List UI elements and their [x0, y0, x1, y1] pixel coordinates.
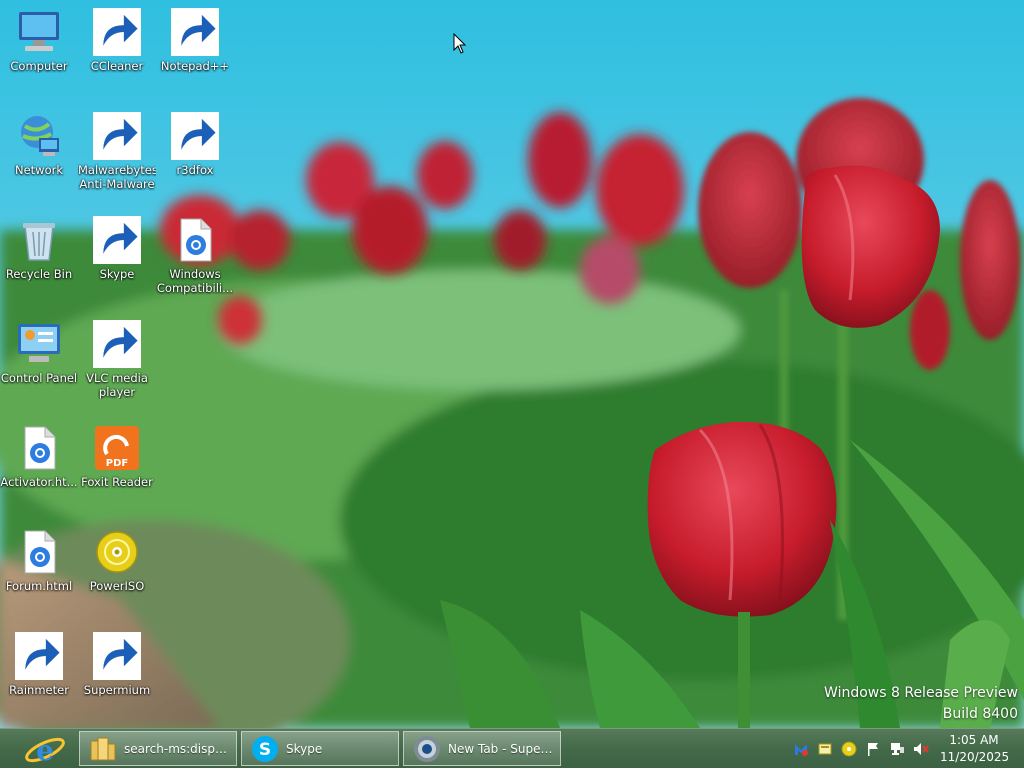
shortcut-arrow-icon [93, 8, 141, 56]
desktop-icon-label: Notepad++ [160, 59, 230, 73]
desktop-icon-label: Control Panel [0, 371, 78, 385]
watermark-edition: Windows 8 Release Preview [824, 685, 1018, 701]
vlc-icon [93, 320, 141, 368]
desktop-icon-notepad-plus-plus[interactable]: Notepad++ [156, 8, 234, 73]
taskbar: e search-ms:display... S Skype New Tab -… [0, 728, 1024, 768]
clock-date: 11/20/2025 [940, 750, 1010, 764]
desktop-icon-network[interactable]: Network [0, 112, 78, 177]
ccleaner-icon [93, 8, 141, 56]
desktop-icon-label: Forum.html [5, 579, 73, 593]
taskbar-clock[interactable]: 1:05 AM 11/20/2025 [940, 732, 1010, 766]
folder-icon [90, 737, 116, 760]
desktop-icon-foxit-reader[interactable]: PDF Foxit Reader [78, 424, 156, 489]
desktop-icon-vlc[interactable]: VLC media player [78, 320, 156, 399]
poweriso-icon [93, 528, 141, 576]
shortcut-arrow-icon [93, 216, 141, 264]
svg-text:PDF: PDF [106, 458, 128, 469]
rainmeter-icon [15, 632, 63, 680]
shortcut-arrow-icon [93, 320, 141, 368]
clock-time: 1:05 AM [949, 733, 999, 747]
computer-icon [15, 8, 63, 56]
desktop-icon-label: CCleaner [90, 59, 144, 73]
control-panel-icon [15, 320, 63, 368]
foxit-reader-icon: PDF [93, 424, 141, 472]
supermium-icon [414, 735, 440, 762]
supermium-icon [93, 632, 141, 680]
skype-icon: S [252, 735, 278, 762]
shortcut-arrow-icon [171, 112, 219, 160]
desktop-icon-label: Computer [10, 59, 68, 73]
watermark-build: Build 8400 [942, 706, 1018, 722]
desktop-icon-recycle-bin[interactable]: Recycle Bin [0, 216, 78, 281]
action-center-flag-icon[interactable] [865, 741, 881, 757]
desktop-icon-skype[interactable]: S Skype [78, 216, 156, 281]
desktop-icon-label: Activator.ht... [0, 475, 78, 489]
shortcut-arrow-icon [93, 112, 141, 160]
desktop-icon-label: Skype [99, 267, 135, 281]
desktop-icon-label: VLC media player [86, 371, 148, 399]
shortcut-arrow-icon [93, 632, 141, 680]
mouse-pointer-icon [453, 33, 467, 54]
desktop-icon-label: Foxit Reader [81, 475, 153, 489]
task-label: search-ms:display... [124, 741, 236, 756]
notepad-plus-plus-icon [171, 8, 219, 56]
html-file-icon [15, 424, 63, 472]
svg-text:S: S [259, 740, 271, 760]
desktop-icon-ccleaner[interactable]: CCleaner [78, 8, 156, 73]
desktop-icon-supermium[interactable]: Supermium [78, 632, 156, 697]
task-label: Skype [286, 741, 323, 756]
system-tray [793, 739, 937, 759]
desktop-icon-poweriso[interactable]: PowerISO [78, 528, 156, 593]
shortcut-arrow-icon [171, 8, 219, 56]
desktop-icon-malwarebytes[interactable]: Malwarebytes Anti-Malware [78, 112, 156, 191]
desktop-icon-label: PowerISO [89, 579, 145, 593]
desktop-icon-control-panel[interactable]: Control Panel [0, 320, 78, 385]
desktop-icon-forum[interactable]: Forum.html [0, 528, 78, 593]
desktop-icon-windows-compatibility[interactable]: Windows Compatibili... [156, 216, 234, 295]
network-tray-icon[interactable] [889, 741, 905, 757]
shortcut-arrow-icon [15, 632, 63, 680]
internet-explorer-icon: e [25, 734, 65, 767]
network-icon [15, 112, 63, 160]
desktop-icon-activator[interactable]: Activator.ht... [0, 424, 78, 489]
task-label: New Tab - Super... [448, 741, 556, 756]
html-file-icon [15, 528, 63, 576]
volume-muted-icon[interactable] [913, 741, 929, 757]
desktop-icon-label: Windows Compatibili... [156, 267, 234, 295]
desktop-icon-label: Supermium [83, 683, 151, 697]
html-file-icon [171, 216, 219, 264]
taskbar-task-skype[interactable]: S Skype [241, 731, 399, 766]
windows-build-watermark: Windows 8 Release Preview Build 8400 [824, 683, 1018, 725]
desktop-icon-label: r3dfox [176, 163, 214, 177]
taskbar-task-supermium[interactable]: New Tab - Super... [403, 731, 561, 766]
notification-tray-icon[interactable] [817, 741, 833, 757]
r3dfox-icon [171, 112, 219, 160]
desktop-icon-r3dfox[interactable]: r3dfox [156, 112, 234, 177]
desktop-icon-label: Rainmeter [9, 683, 69, 697]
desktop-icon-computer[interactable]: Computer [0, 8, 78, 73]
poweriso-tray-icon[interactable] [841, 741, 857, 757]
svg-text:e: e [36, 734, 54, 767]
skype-icon: S [93, 216, 141, 264]
malwarebytes-icon [93, 112, 141, 160]
desktop-icon-rainmeter[interactable]: Rainmeter [0, 632, 78, 697]
malwarebytes-tray-icon[interactable] [793, 741, 809, 757]
desktop-icon-label: Recycle Bin [5, 267, 73, 281]
desktop-icon-label: Network [14, 163, 64, 177]
recycle-bin-icon [15, 216, 63, 264]
taskbar-pinned-internet-explorer[interactable]: e [18, 731, 74, 767]
taskbar-task-explorer-search[interactable]: search-ms:display... [79, 731, 237, 766]
desktop-icon-label: Malwarebytes Anti-Malware [78, 163, 156, 191]
